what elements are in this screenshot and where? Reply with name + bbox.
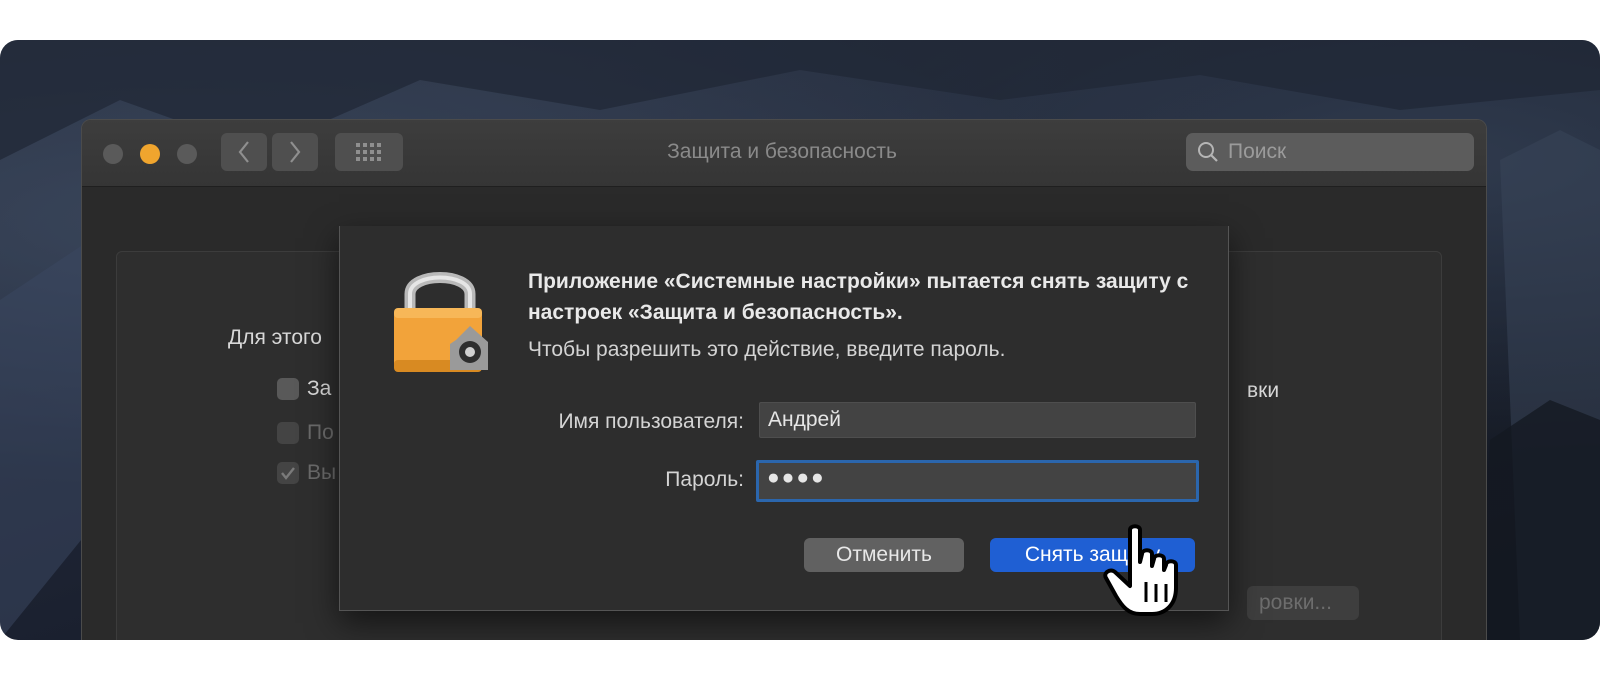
chevron-left-icon: [238, 141, 249, 163]
checkbox-row-3[interactable]: [277, 462, 299, 484]
hand-pointer-icon: [1103, 524, 1178, 616]
checkbox-row-1[interactable]: [277, 378, 299, 400]
window-title: Защита и безопасность: [667, 140, 897, 163]
desktop-wallpaper: Защита и безопасность Поиск Для этого За…: [0, 40, 1600, 640]
grid-icon: [356, 143, 381, 161]
authentication-dialog: Приложение «Системные настройки» пытаетс…: [339, 226, 1229, 611]
chevron-right-icon: [290, 141, 301, 163]
checkmark-icon: [281, 467, 295, 480]
username-label: Имя пользователя:: [558, 410, 744, 433]
title-bar: Защита и безопасность Поиск: [82, 120, 1486, 187]
zoom-window-button[interactable]: [177, 144, 197, 164]
show-all-button[interactable]: [335, 133, 403, 171]
panel-heading: Для этого: [228, 326, 322, 349]
advanced-button[interactable]: ровки...: [1247, 586, 1359, 620]
back-button[interactable]: [221, 133, 267, 171]
lock-icon: [394, 272, 488, 372]
checkbox-row-2[interactable]: [277, 422, 299, 444]
password-label: Пароль:: [665, 468, 744, 491]
right-label-fragment: вки: [1247, 379, 1280, 402]
search-icon: [1198, 142, 1218, 162]
cancel-button[interactable]: Отменить: [804, 538, 964, 572]
close-window-button[interactable]: [103, 144, 123, 164]
checkbox-row-1-label: За: [307, 377, 332, 400]
checkbox-row-2-label: По: [307, 421, 334, 444]
search-field[interactable]: Поиск: [1186, 133, 1474, 171]
password-field[interactable]: ●●●●: [756, 460, 1199, 502]
dialog-title: Приложение «Системные настройки» пытаетс…: [528, 270, 1189, 324]
checkbox-row-3-label: Вы: [307, 461, 337, 484]
search-placeholder: Поиск: [1228, 140, 1287, 163]
minimize-window-button[interactable]: [140, 144, 160, 164]
forward-button[interactable]: [272, 133, 318, 171]
dialog-subtitle: Чтобы разрешить это действие, введите па…: [528, 338, 1006, 361]
username-field[interactable]: Андрей: [759, 402, 1196, 438]
